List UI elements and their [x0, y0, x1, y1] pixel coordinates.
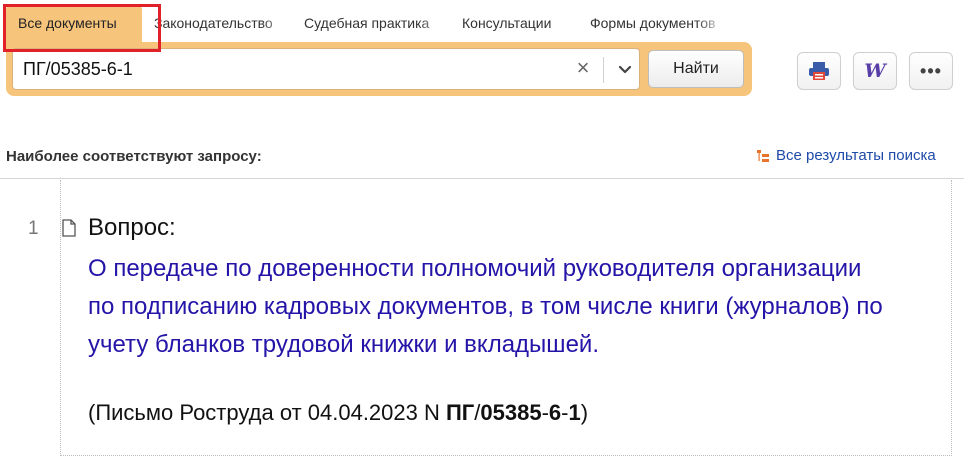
word-export-icon: W [864, 60, 886, 82]
printer-icon [809, 62, 829, 80]
tree-list-icon [757, 149, 769, 162]
search-input[interactable] [23, 49, 563, 89]
result-title-link[interactable]: О передаче по доверенности полномочий ру… [88, 250, 888, 364]
search-box: × [12, 48, 640, 90]
result-label: Вопрос: [88, 214, 176, 241]
search-highlight-frame [3, 4, 161, 52]
result-number: 1 [28, 218, 39, 239]
more-icon: ••• [920, 61, 942, 81]
results-heading: Наиболее соответствуют запросу: [6, 148, 262, 165]
tab-document-forms[interactable]: Формы документов [578, 4, 726, 44]
word-export-button[interactable]: W [853, 52, 897, 90]
all-results-label: Все результаты поиска [776, 147, 936, 164]
tab-court-practice[interactable]: Судебная практика [292, 4, 450, 44]
header-divider [0, 178, 964, 179]
all-results-link[interactable]: Все результаты поиска [756, 147, 936, 164]
tab-consultations[interactable]: Консультации [450, 4, 578, 44]
search-divider [603, 57, 604, 83]
document-icon [62, 219, 76, 242]
print-button[interactable] [797, 52, 841, 90]
find-button[interactable]: Найти [648, 50, 744, 88]
chevron-down-icon[interactable] [611, 55, 639, 83]
result-source: (Письмо Роструда от 04.04.2023 N ПГ/0538… [88, 400, 589, 425]
more-button[interactable]: ••• [909, 52, 953, 90]
tab-legislation[interactable]: Законодательство [142, 4, 292, 44]
clear-icon[interactable]: × [571, 57, 595, 81]
